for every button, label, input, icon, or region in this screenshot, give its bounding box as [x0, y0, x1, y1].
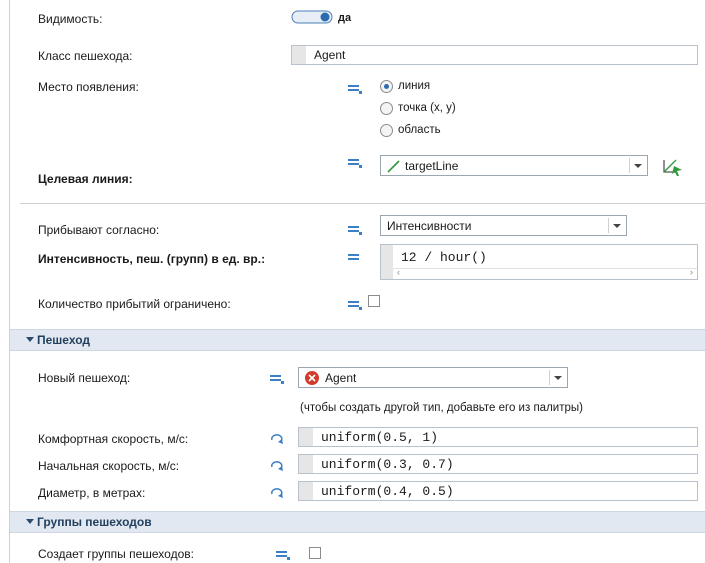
dynamic-value-icon[interactable] — [268, 487, 286, 499]
visibility-label: Видимость: — [38, 12, 103, 26]
locate-element-icon — [663, 159, 682, 176]
initial-speed-label: Начальная скорость, м/с: — [38, 459, 180, 473]
radio-area-label: область — [398, 124, 441, 136]
limited-label: Количество прибытий ограничено: — [38, 297, 231, 311]
arrive-by-value: Интенсивности — [387, 219, 472, 233]
diameter-field[interactable]: uniform(0.4, 0.5) — [298, 481, 698, 501]
ped-class-field[interactable]: Agent — [291, 45, 698, 65]
static-value-icon[interactable] — [348, 225, 362, 235]
diameter-label: Диаметр, в метрах: — [38, 486, 146, 500]
radio-point[interactable] — [380, 102, 393, 115]
field-gutter — [299, 482, 313, 500]
static-value-icon[interactable] — [270, 374, 284, 384]
scroll-left-icon[interactable]: ‹ — [397, 267, 400, 277]
intensity-value: 12 / hour() — [401, 250, 487, 265]
field-gutter — [299, 428, 313, 446]
arrive-by-label: Прибывают согласно: — [38, 223, 160, 237]
initial-speed-field[interactable]: uniform(0.3, 0.7) — [298, 454, 698, 474]
dynamic-value-icon[interactable] — [268, 433, 286, 445]
field-gutter — [292, 46, 306, 64]
target-line-value: targetLine — [405, 159, 459, 173]
chevron-down-icon[interactable] — [608, 218, 624, 233]
separator — [20, 203, 705, 204]
horizontal-scrollbar[interactable]: ‹ › — [393, 267, 697, 279]
chevron-down-icon[interactable] — [629, 158, 645, 173]
diameter-value: uniform(0.4, 0.5) — [321, 484, 454, 499]
dynamic-value-icon[interactable] — [268, 460, 286, 472]
limited-checkbox[interactable] — [368, 295, 380, 307]
arrive-by-combo[interactable]: Интенсивности — [380, 215, 627, 236]
section-groups-title: Группы пешеходов — [37, 515, 152, 529]
select-on-canvas-button[interactable] — [660, 155, 684, 177]
static-value-icon[interactable] — [348, 158, 362, 168]
visibility-value: да — [338, 12, 352, 24]
new-ped-value: Agent — [325, 371, 357, 385]
line-icon — [387, 160, 400, 173]
target-line-combo[interactable]: targetLine — [380, 155, 648, 176]
target-line-label: Целевая линия: — [38, 172, 133, 186]
new-ped-combo[interactable]: Agent — [298, 367, 568, 388]
initial-speed-value: uniform(0.3, 0.7) — [321, 457, 454, 472]
static-value-icon[interactable] — [348, 253, 362, 263]
collapse-icon — [26, 519, 34, 524]
section-pedestrian-title: Пешеход — [37, 333, 90, 347]
visibility-toggle[interactable] — [291, 10, 335, 24]
collapse-icon — [26, 337, 34, 342]
ped-class-label: Класс пешехода: — [38, 49, 133, 63]
radio-area[interactable] — [380, 124, 393, 137]
field-gutter — [299, 455, 313, 473]
comfort-speed-field[interactable]: uniform(0.5, 1) — [298, 427, 698, 447]
radio-line[interactable] — [380, 80, 393, 93]
creates-groups-checkbox[interactable] — [309, 547, 321, 559]
error-icon — [305, 371, 319, 385]
static-value-icon[interactable] — [276, 550, 290, 560]
creates-groups-label: Создает группы пешеходов: — [38, 547, 194, 561]
intensity-label: Интенсивность, пеш. (групп) в ед. вр.: — [38, 252, 266, 266]
comfort-speed-value: uniform(0.5, 1) — [321, 430, 439, 445]
radio-line-label: линия — [398, 80, 431, 92]
new-ped-label: Новый пешеход: — [38, 371, 131, 385]
static-value-icon[interactable] — [348, 300, 362, 310]
static-value-icon[interactable] — [348, 84, 362, 94]
panel-left-border — [9, 0, 10, 563]
scroll-right-icon[interactable]: › — [690, 267, 693, 277]
section-pedestrian[interactable]: Пешеход — [10, 329, 705, 351]
toggle-icon — [291, 10, 333, 24]
field-gutter — [381, 245, 393, 279]
chevron-down-icon[interactable] — [549, 370, 565, 385]
section-groups[interactable]: Группы пешеходов — [10, 511, 705, 533]
radio-point-label: точка (x, y) — [398, 102, 456, 114]
comfort-speed-label: Комфортная скорость, м/с: — [38, 432, 189, 446]
ped-class-value: Agent — [314, 48, 346, 62]
spawn-place-label: Место появления: — [38, 80, 139, 94]
intensity-field[interactable]: 12 / hour() ‹ › — [380, 244, 698, 280]
new-ped-hint: (чтобы создать другой тип, добавьте его … — [300, 402, 583, 414]
